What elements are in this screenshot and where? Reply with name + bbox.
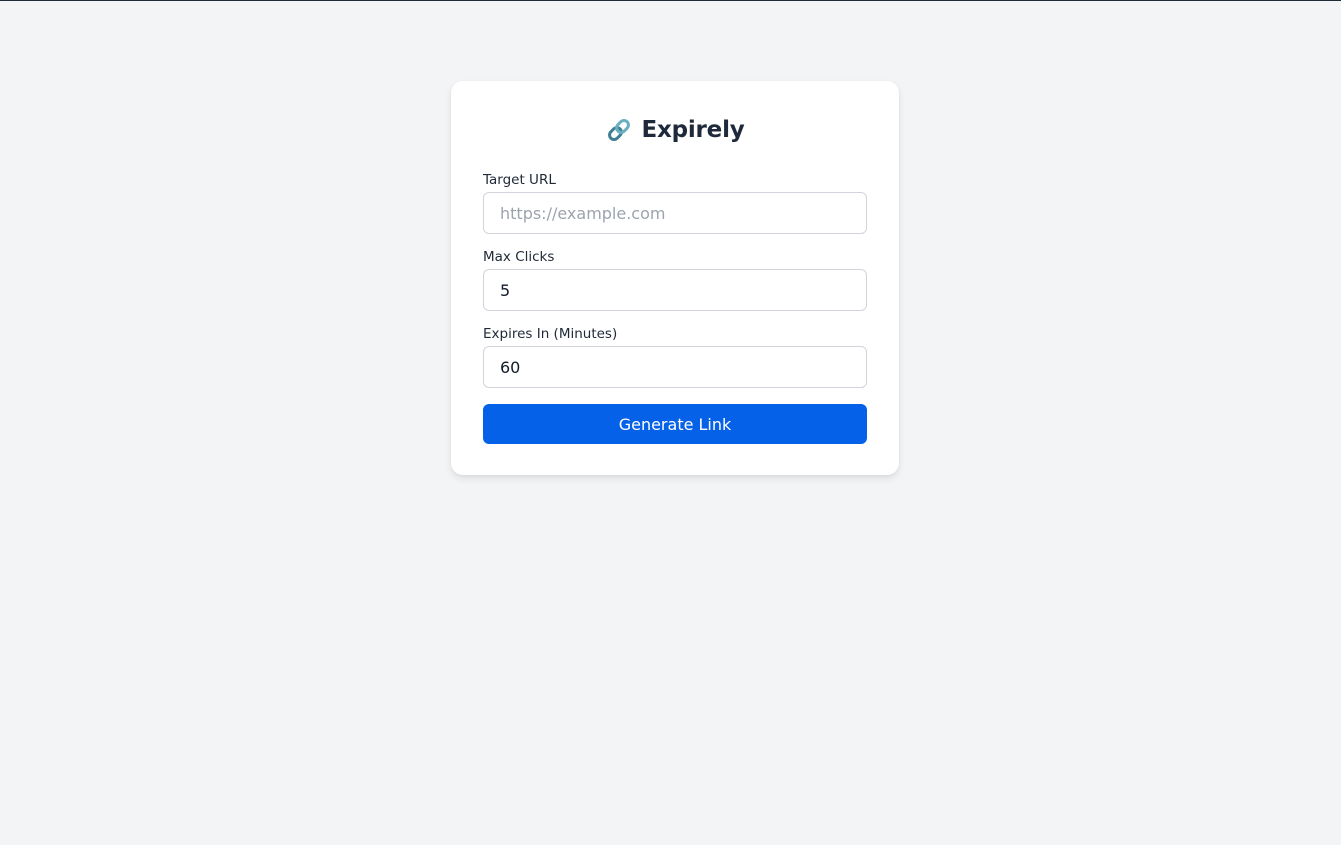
app-title: Expirely	[641, 117, 745, 143]
app-header: Expirely	[483, 113, 867, 147]
target-url-input[interactable]	[483, 192, 867, 234]
max-clicks-field-group: Max Clicks	[483, 248, 867, 311]
link-form-card: Expirely Target URL Max Clicks Expires I…	[451, 81, 899, 475]
max-clicks-label: Max Clicks	[483, 249, 555, 265]
expires-in-label: Expires In (Minutes)	[483, 326, 618, 342]
link-icon	[605, 116, 633, 144]
target-url-field-group: Target URL	[483, 171, 867, 234]
generate-link-button[interactable]: Generate Link	[483, 404, 867, 444]
target-url-label: Target URL	[483, 172, 556, 188]
expires-in-field-group: Expires In (Minutes)	[483, 325, 867, 388]
expires-in-input[interactable]	[483, 346, 867, 388]
max-clicks-input[interactable]	[483, 269, 867, 311]
